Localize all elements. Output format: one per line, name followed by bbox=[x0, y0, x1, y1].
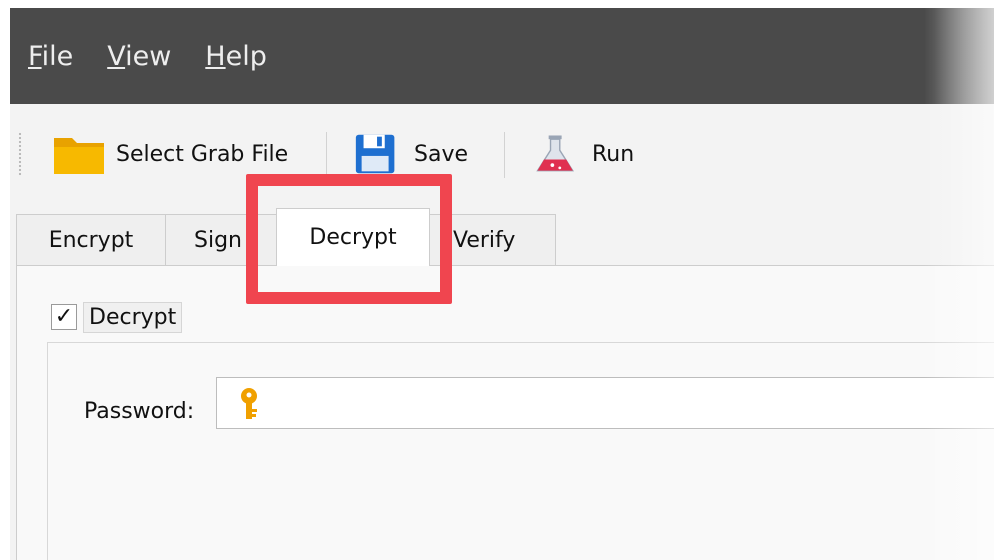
decrypt-checkbox-label[interactable]: Decrypt bbox=[83, 301, 183, 333]
decrypt-checkbox[interactable]: ✓ bbox=[51, 304, 77, 330]
tab-sign-label: Sign bbox=[194, 228, 242, 253]
tab-encrypt-label: Encrypt bbox=[48, 228, 134, 253]
folder-icon bbox=[54, 138, 104, 174]
decrypt-panel: ✓ Decrypt Password: bbox=[16, 266, 994, 560]
tab-bar: Encrypt Sign Verify Decrypt bbox=[16, 208, 986, 266]
floppy-disk-icon bbox=[355, 134, 395, 174]
save-label: Save bbox=[414, 141, 469, 167]
flask-icon bbox=[536, 135, 575, 172]
toolbar: Select Grab File Save Run bbox=[10, 104, 994, 216]
password-field[interactable] bbox=[216, 377, 994, 429]
menu-view[interactable]: View bbox=[107, 41, 171, 72]
app-window: File View Help Select Grab File Save Run… bbox=[10, 8, 994, 560]
tab-encrypt[interactable]: Encrypt bbox=[16, 214, 166, 266]
menu-file[interactable]: File bbox=[28, 41, 73, 72]
toolbar-separator bbox=[504, 132, 505, 178]
select-grab-file-button[interactable]: Select Grab File bbox=[52, 130, 288, 178]
toolbar-separator bbox=[326, 132, 327, 178]
run-button[interactable]: Run bbox=[532, 130, 634, 178]
decrypt-options-group: Password: bbox=[47, 342, 994, 560]
select-grab-file-label: Select Grab File bbox=[116, 141, 289, 167]
tab-verify-label: Verify bbox=[453, 228, 516, 253]
run-label: Run bbox=[592, 141, 635, 167]
toolbar-grip-handle[interactable] bbox=[18, 132, 22, 176]
decrypt-checkbox-row[interactable]: ✓ Decrypt bbox=[51, 300, 183, 334]
menubar-edge bbox=[934, 8, 994, 104]
tab-verify[interactable]: Verify bbox=[428, 214, 556, 266]
password-label: Password: bbox=[84, 399, 195, 424]
tab-decrypt[interactable]: Decrypt bbox=[276, 208, 430, 266]
tab-decrypt-label: Decrypt bbox=[309, 225, 397, 250]
menu-bar: File View Help bbox=[10, 8, 994, 104]
save-button[interactable]: Save bbox=[352, 130, 468, 178]
tab-sign[interactable]: Sign bbox=[165, 214, 277, 266]
menu-help[interactable]: Help bbox=[205, 41, 267, 72]
checkmark-icon: ✓ bbox=[54, 304, 74, 329]
key-icon bbox=[241, 388, 257, 419]
